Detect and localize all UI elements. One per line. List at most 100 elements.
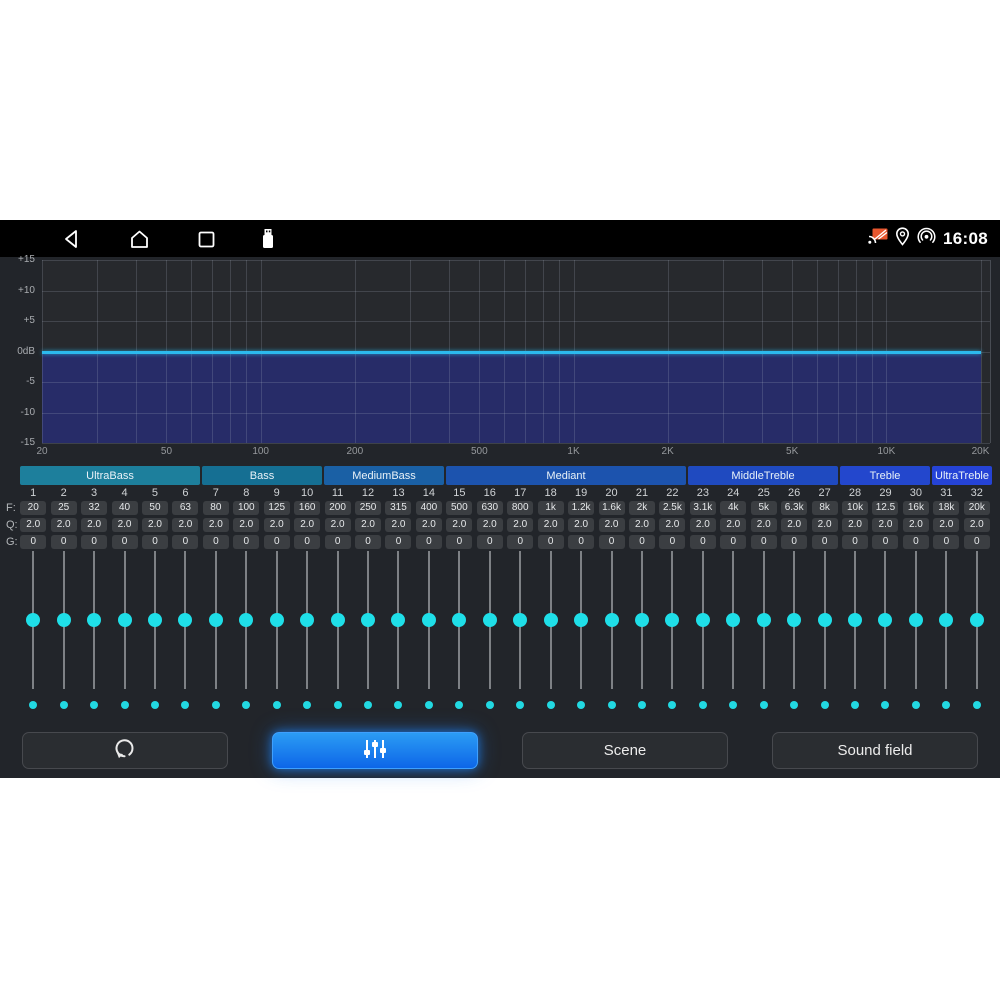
gain-value[interactable]: 0	[872, 535, 898, 549]
q-factor-value[interactable]: 2.0	[81, 518, 107, 532]
slider-knob[interactable]	[483, 613, 497, 627]
eq-slider[interactable]	[444, 551, 474, 711]
frequency-value[interactable]: 2.5k	[659, 501, 685, 515]
band-header-ultratreble[interactable]: UltraTreble	[932, 466, 992, 485]
eq-slider[interactable]	[231, 551, 261, 711]
frequency-value[interactable]: 50	[142, 501, 168, 515]
usb-icon[interactable]	[257, 228, 279, 250]
q-factor-value[interactable]: 2.0	[477, 518, 503, 532]
band-header-mediumbass[interactable]: MediumBass	[324, 466, 444, 485]
frequency-value[interactable]: 8k	[812, 501, 838, 515]
slider-knob[interactable]	[848, 613, 862, 627]
frequency-value[interactable]: 10k	[842, 501, 868, 515]
slider-knob[interactable]	[178, 613, 192, 627]
eq-slider[interactable]	[383, 551, 413, 711]
gain-value[interactable]: 0	[933, 535, 959, 549]
q-factor-value[interactable]: 2.0	[964, 518, 990, 532]
eq-slider[interactable]	[688, 551, 718, 711]
slider-knob[interactable]	[270, 613, 284, 627]
q-factor-value[interactable]: 2.0	[812, 518, 838, 532]
frequency-value[interactable]: 630	[477, 501, 503, 515]
gain-value[interactable]: 0	[477, 535, 503, 549]
eq-slider[interactable]	[18, 551, 48, 711]
q-factor-value[interactable]: 2.0	[264, 518, 290, 532]
eq-slider[interactable]	[566, 551, 596, 711]
gain-value[interactable]: 0	[507, 535, 533, 549]
q-factor-value[interactable]: 2.0	[629, 518, 655, 532]
eq-slider[interactable]	[931, 551, 961, 711]
q-factor-value[interactable]: 2.0	[538, 518, 564, 532]
slider-knob[interactable]	[544, 613, 558, 627]
gain-value[interactable]: 0	[446, 535, 472, 549]
gain-value[interactable]: 0	[659, 535, 685, 549]
eq-slider[interactable]	[840, 551, 870, 711]
gain-value[interactable]: 0	[812, 535, 838, 549]
slider-knob[interactable]	[696, 613, 710, 627]
eq-slider[interactable]	[870, 551, 900, 711]
eq-slider[interactable]	[657, 551, 687, 711]
q-factor-value[interactable]: 2.0	[690, 518, 716, 532]
slider-knob[interactable]	[787, 613, 801, 627]
scene-button[interactable]: Scene	[522, 732, 728, 769]
slider-knob[interactable]	[239, 613, 253, 627]
q-factor-value[interactable]: 2.0	[142, 518, 168, 532]
gain-value[interactable]: 0	[599, 535, 625, 549]
q-factor-value[interactable]: 2.0	[20, 518, 46, 532]
eq-slider[interactable]	[170, 551, 200, 711]
q-factor-value[interactable]: 2.0	[172, 518, 198, 532]
band-header-bass[interactable]: Bass	[202, 466, 322, 485]
q-factor-value[interactable]: 2.0	[659, 518, 685, 532]
eq-slider[interactable]	[292, 551, 322, 711]
gain-value[interactable]: 0	[751, 535, 777, 549]
slider-knob[interactable]	[513, 613, 527, 627]
gain-value[interactable]: 0	[172, 535, 198, 549]
slider-knob[interactable]	[878, 613, 892, 627]
frequency-value[interactable]: 250	[355, 501, 381, 515]
gain-value[interactable]: 0	[20, 535, 46, 549]
q-factor-value[interactable]: 2.0	[599, 518, 625, 532]
frequency-value[interactable]: 3.1k	[690, 501, 716, 515]
q-factor-value[interactable]: 2.0	[51, 518, 77, 532]
eq-slider[interactable]	[809, 551, 839, 711]
frequency-value[interactable]: 2k	[629, 501, 655, 515]
slider-knob[interactable]	[391, 613, 405, 627]
eq-slider[interactable]	[79, 551, 109, 711]
frequency-value[interactable]: 40	[112, 501, 138, 515]
frequency-value[interactable]: 25	[51, 501, 77, 515]
gain-value[interactable]: 0	[81, 535, 107, 549]
frequency-value[interactable]: 1k	[538, 501, 564, 515]
q-factor-value[interactable]: 2.0	[355, 518, 381, 532]
gain-value[interactable]: 0	[568, 535, 594, 549]
slider-knob[interactable]	[118, 613, 132, 627]
slider-knob[interactable]	[300, 613, 314, 627]
gain-value[interactable]: 0	[203, 535, 229, 549]
frequency-value[interactable]: 18k	[933, 501, 959, 515]
q-factor-value[interactable]: 2.0	[568, 518, 594, 532]
slider-knob[interactable]	[361, 613, 375, 627]
eq-slider[interactable]	[140, 551, 170, 711]
q-factor-value[interactable]: 2.0	[203, 518, 229, 532]
gain-value[interactable]: 0	[538, 535, 564, 549]
frequency-value[interactable]: 16k	[903, 501, 929, 515]
eq-slider[interactable]	[322, 551, 352, 711]
eq-slider[interactable]	[353, 551, 383, 711]
slider-knob[interactable]	[209, 613, 223, 627]
home-icon[interactable]	[128, 228, 150, 250]
slider-knob[interactable]	[148, 613, 162, 627]
frequency-value[interactable]: 500	[446, 501, 472, 515]
slider-knob[interactable]	[909, 613, 923, 627]
frequency-value[interactable]: 63	[172, 501, 198, 515]
q-factor-value[interactable]: 2.0	[842, 518, 868, 532]
slider-knob[interactable]	[726, 613, 740, 627]
slider-knob[interactable]	[26, 613, 40, 627]
band-header-treble[interactable]: Treble	[840, 466, 930, 485]
slider-knob[interactable]	[757, 613, 771, 627]
gain-value[interactable]: 0	[294, 535, 320, 549]
gain-value[interactable]: 0	[690, 535, 716, 549]
slider-knob[interactable]	[665, 613, 679, 627]
gain-value[interactable]: 0	[385, 535, 411, 549]
frequency-value[interactable]: 32	[81, 501, 107, 515]
reset-button[interactable]	[22, 732, 228, 769]
frequency-value[interactable]: 6.3k	[781, 501, 807, 515]
eq-slider[interactable]	[262, 551, 292, 711]
